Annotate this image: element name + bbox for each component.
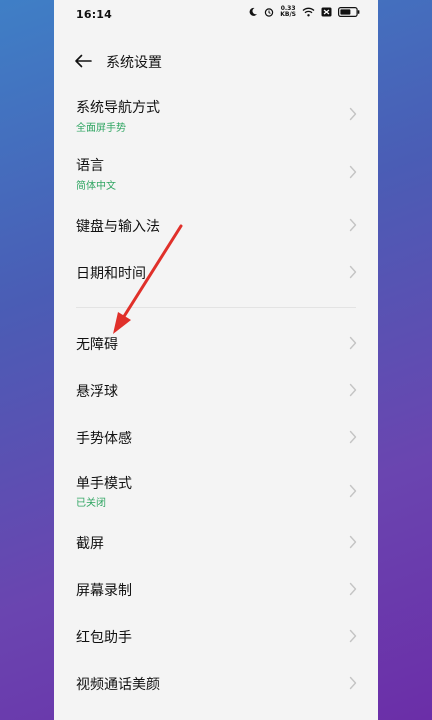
- alarm-icon: [265, 8, 274, 17]
- setting-item-subtitle: 简体中文: [76, 181, 116, 192]
- chevron-right-icon: [349, 383, 357, 397]
- chevron-right-icon: [349, 218, 357, 232]
- chevron-right-icon: [349, 265, 357, 279]
- setting-item-red-packet-assistant[interactable]: 红包助手: [54, 616, 378, 656]
- setting-item-title: 悬浮球: [76, 384, 118, 400]
- settings-screen: 16:14 0.33 KB/S 系统设置 系统导航方式 全面屏手势 语言 简体中…: [54, 0, 378, 720]
- setting-item-title: 日期和时间: [76, 266, 146, 282]
- back-button[interactable]: [72, 50, 94, 72]
- setting-item-video-call-beauty[interactable]: 视频通话美颜: [54, 663, 378, 703]
- chevron-right-icon: [349, 165, 357, 179]
- setting-item-title: 红包助手: [76, 630, 132, 646]
- setting-item-subtitle: 已关闭: [76, 498, 106, 509]
- setting-item-screen-recording[interactable]: 屏幕录制: [54, 569, 378, 609]
- setting-item-title: 无障碍: [76, 337, 118, 353]
- setting-item-title: 键盘与输入法: [76, 219, 160, 235]
- setting-item-title: 单手模式: [76, 476, 132, 492]
- battery-icon: [338, 7, 360, 17]
- setting-item-title: 系统导航方式: [76, 100, 160, 116]
- setting-item-title: 视频通话美颜: [76, 677, 160, 693]
- network-speed-unit: KB/S: [280, 11, 296, 18]
- setting-item-title: 屏幕录制: [76, 583, 132, 599]
- setting-item-one-handed-mode[interactable]: 单手模式 已关闭: [54, 465, 378, 517]
- chevron-right-icon: [349, 430, 357, 444]
- status-bar: 16:14 0.33 KB/S: [54, 0, 378, 30]
- header: 系统设置: [54, 44, 378, 78]
- moon-icon: [249, 7, 258, 16]
- section-divider: [76, 307, 356, 308]
- setting-item-accessibility[interactable]: 无障碍: [54, 323, 378, 363]
- chevron-right-icon: [349, 676, 357, 690]
- chevron-right-icon: [349, 629, 357, 643]
- setting-item-title: 手势体感: [76, 431, 132, 447]
- setting-item-date-time[interactable]: 日期和时间: [54, 252, 378, 292]
- setting-item-navigation-mode[interactable]: 系统导航方式 全面屏手势: [54, 88, 378, 140]
- setting-item-language[interactable]: 语言 简体中文: [54, 146, 378, 198]
- sim-icon: [321, 7, 332, 17]
- setting-item-keyboard[interactable]: 键盘与输入法: [54, 205, 378, 245]
- setting-item-title: 语言: [76, 158, 104, 174]
- chevron-right-icon: [349, 336, 357, 350]
- back-arrow-icon: [75, 54, 92, 68]
- page-title: 系统设置: [106, 55, 162, 71]
- setting-item-floating-ball[interactable]: 悬浮球: [54, 370, 378, 410]
- chevron-right-icon: [349, 535, 357, 549]
- wifi-icon: [302, 7, 315, 17]
- setting-item-screenshot[interactable]: 截屏: [54, 522, 378, 562]
- setting-item-title: 截屏: [76, 536, 104, 552]
- network-speed: 0.33 KB/S: [280, 6, 296, 18]
- setting-item-gestures[interactable]: 手势体感: [54, 417, 378, 457]
- status-icons: 0.33 KB/S: [248, 6, 360, 18]
- status-time: 16:14: [76, 8, 113, 21]
- setting-item-subtitle: 全面屏手势: [76, 123, 126, 134]
- chevron-right-icon: [349, 107, 357, 121]
- chevron-right-icon: [349, 582, 357, 596]
- chevron-right-icon: [349, 484, 357, 498]
